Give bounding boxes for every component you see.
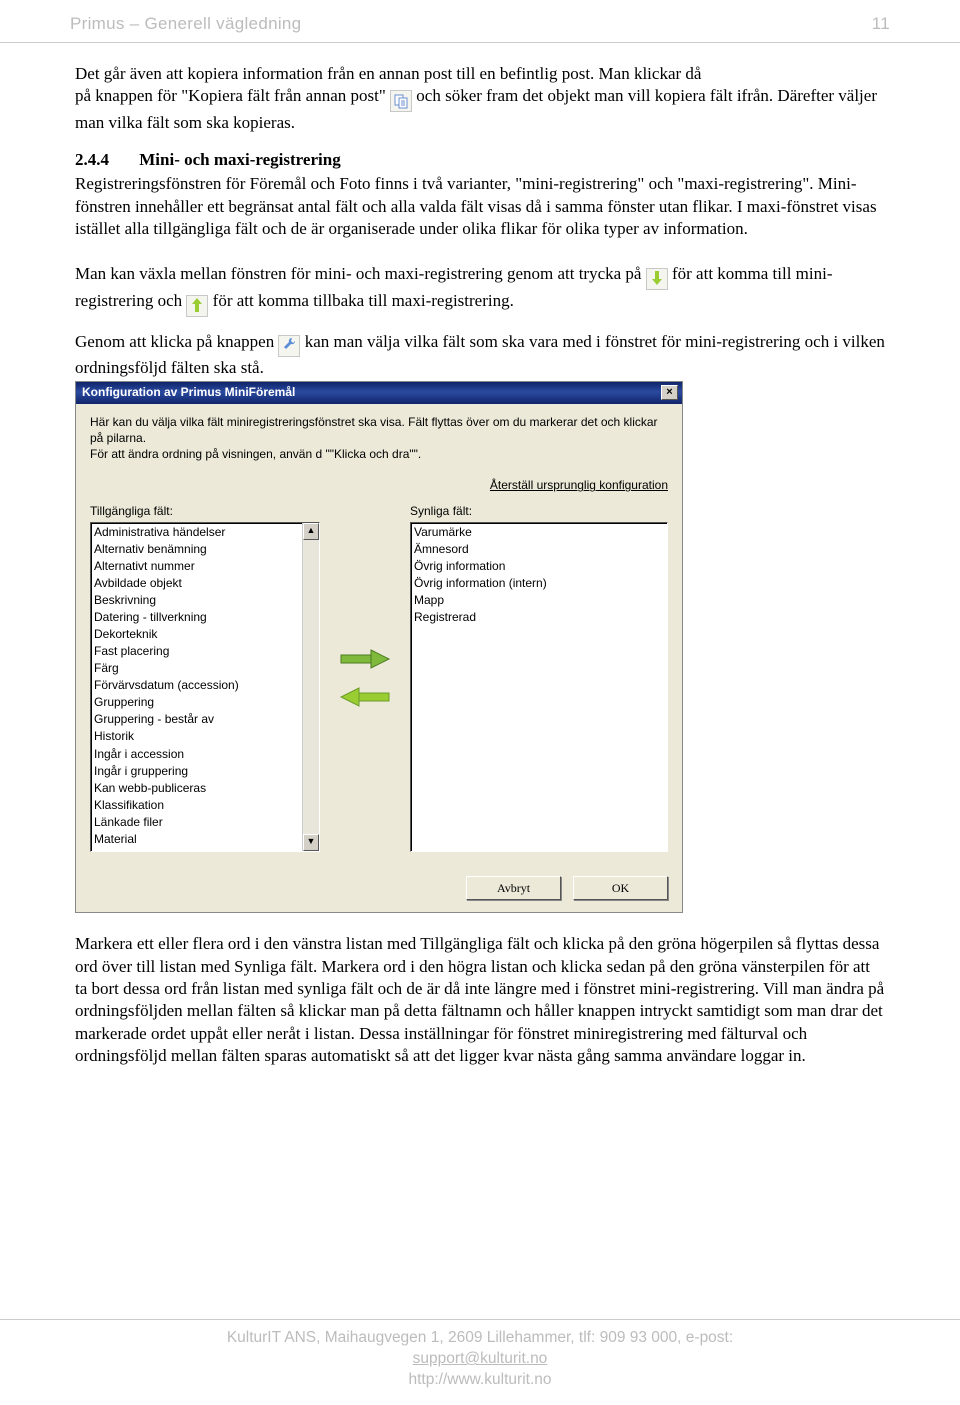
text: Genom att klicka på knappen (75, 332, 278, 351)
text: För att ändra ordning på visningen, anvä… (90, 446, 668, 462)
list-item[interactable]: Ämnesord (414, 541, 664, 558)
close-icon[interactable]: × (661, 385, 678, 400)
config-dialog: Konfiguration av Primus MiniFöremål × Hä… (75, 381, 683, 913)
paragraph: Markera ett eller flera ord i den vänstr… (75, 933, 885, 1068)
list-item[interactable]: Varumärke (414, 524, 664, 541)
arrow-down-icon (646, 268, 668, 290)
available-fields-listbox[interactable]: Administrativa händelserAlternativ benäm… (90, 522, 320, 852)
list-item[interactable]: Datering - tillverkning (94, 609, 299, 626)
list-item[interactable]: Ingår i gruppering (94, 763, 299, 780)
scroll-up-icon[interactable]: ▲ (303, 523, 319, 540)
text: Man kan växla mellan fönstren för mini- … (75, 264, 646, 283)
move-right-button[interactable] (337, 647, 393, 671)
footer-email-link[interactable]: support@kulturit.no (413, 1350, 548, 1367)
page-footer: KulturIT ANS, Maihaugvegen 1, 2609 Lille… (0, 1319, 960, 1391)
list-item[interactable]: Gruppering (94, 694, 299, 711)
list-item[interactable]: Dekorteknik (94, 626, 299, 643)
move-left-button[interactable] (337, 685, 393, 709)
footer-text: KulturIT ANS, Maihaugvegen 1, 2609 Lille… (227, 1329, 733, 1346)
list-item[interactable]: Mapp (414, 592, 664, 609)
list-item[interactable]: Övrig information (intern) (414, 575, 664, 592)
section-title: Mini- och maxi-registrering (139, 150, 340, 169)
page-header: Primus – Generell vägledning 11 (0, 0, 960, 43)
list-item[interactable]: Avbildade objekt (94, 575, 299, 592)
dialog-titlebar: Konfiguration av Primus MiniFöremål × (76, 382, 682, 404)
visible-fields-listbox[interactable]: VarumärkeÄmnesordÖvrig informationÖvrig … (410, 522, 668, 852)
page-content: Det går även att kopiera information frå… (0, 43, 960, 1068)
list-item[interactable]: Kan webb-publiceras (94, 780, 299, 797)
list-item[interactable]: Förvärvsdatum (accession) (94, 677, 299, 694)
list-item[interactable]: Färg (94, 660, 299, 677)
paragraph: Registreringsfönstren för Föremål och Fo… (75, 173, 885, 240)
paragraph: Man kan växla mellan fönstren för mini- … (75, 263, 885, 317)
page-number: 11 (872, 14, 890, 34)
scroll-down-icon[interactable]: ▼ (303, 834, 319, 851)
list-item[interactable]: Registrerad (414, 609, 664, 626)
footer-url: http://www.kulturit.no (408, 1371, 551, 1388)
list-item[interactable]: Klassifikation (94, 797, 299, 814)
arrow-up-icon (186, 295, 208, 317)
list-item[interactable]: Länkade filer (94, 814, 299, 831)
reset-config-link[interactable]: Återställ ursprunglig konfiguration (490, 478, 668, 492)
visible-fields-label: Synliga fält: (410, 504, 668, 520)
text: Det går även att kopiera information frå… (75, 64, 701, 83)
wrench-icon (278, 335, 300, 357)
section-heading: 2.4.4 Mini- och maxi-registrering (75, 149, 885, 171)
text: på knappen för "Kopiera fält från annan … (75, 86, 390, 105)
list-item[interactable]: Material (94, 831, 299, 848)
list-item[interactable]: Administrativa händelser (94, 524, 299, 541)
text: Här kan du välja vilka fält miniregistre… (90, 414, 668, 446)
dialog-title: Konfiguration av Primus MiniFöremål (82, 385, 295, 401)
copy-fields-icon (390, 90, 412, 112)
list-item[interactable]: Alternativt nummer (94, 558, 299, 575)
list-item[interactable]: Ingår i accession (94, 746, 299, 763)
doc-title: Primus – Generell vägledning (70, 14, 301, 34)
list-item[interactable]: Historik (94, 728, 299, 745)
paragraph: Det går även att kopiera information frå… (75, 63, 885, 135)
list-item[interactable]: Gruppering - består av (94, 711, 299, 728)
section-number: 2.4.4 (75, 149, 135, 171)
list-item[interactable]: Beskrivning (94, 592, 299, 609)
scrollbar[interactable]: ▲ ▼ (302, 523, 319, 851)
list-item[interactable]: Övrig information (414, 558, 664, 575)
paragraph: Genom att klicka på knappen kan man välj… (75, 331, 885, 379)
cancel-button[interactable]: Avbryt (466, 876, 561, 900)
available-fields-label: Tillgängliga fält: (90, 504, 320, 520)
list-item[interactable]: Fast placering (94, 643, 299, 660)
ok-button[interactable]: OK (573, 876, 668, 900)
text: för att komma tillbaka till maxi-registr… (213, 291, 514, 310)
dialog-intro: Här kan du välja vilka fält miniregistre… (90, 414, 668, 463)
list-item[interactable]: Alternativ benämning (94, 541, 299, 558)
